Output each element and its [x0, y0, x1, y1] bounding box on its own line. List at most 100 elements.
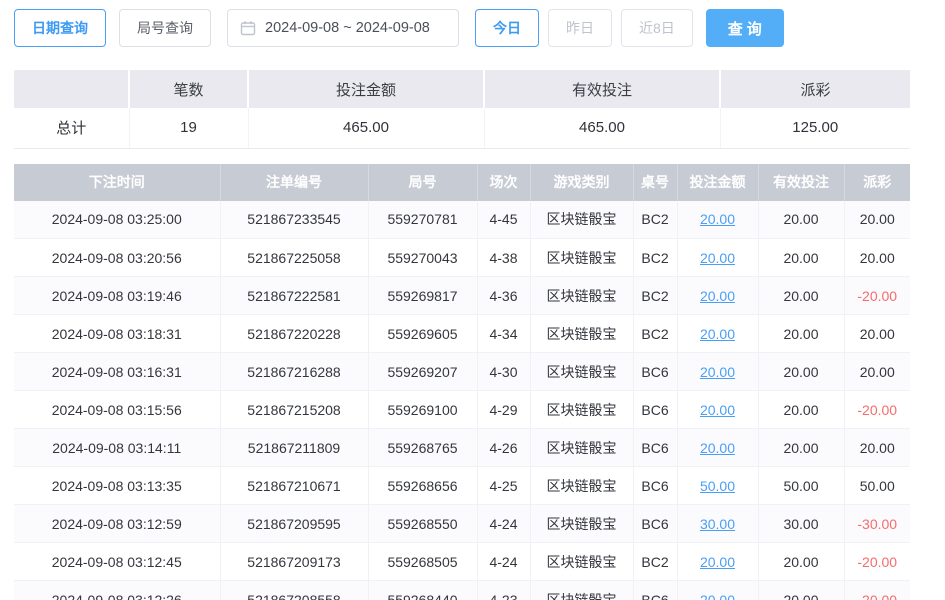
cell-bet: 20.00: [677, 201, 758, 239]
records-table: 下注时间 注单编号 局号 场次 游戏类别 桌号 投注金额 有效投注 派彩 202…: [14, 164, 910, 600]
cell-session: 4-23: [477, 581, 530, 600]
cell-session: 4-45: [477, 201, 530, 239]
bet-amount-link[interactable]: 20.00: [700, 211, 735, 227]
bet-amount-link[interactable]: 20.00: [700, 250, 735, 266]
cell-game: 区块链骰宝: [530, 429, 633, 467]
cell-game: 区块链骰宝: [530, 391, 633, 429]
cell-bet-id: 521867225058: [220, 239, 368, 277]
last-8-days-button[interactable]: 近8日: [621, 9, 693, 47]
header-game-type: 游戏类别: [530, 164, 633, 201]
cell-round: 559268765: [368, 429, 477, 467]
cell-table-no: BC6: [633, 505, 677, 543]
cell-valid: 20.00: [758, 581, 844, 600]
bet-amount-link[interactable]: 20.00: [700, 402, 735, 418]
cell-valid: 20.00: [758, 353, 844, 391]
yesterday-button[interactable]: 昨日: [548, 9, 612, 47]
cell-round: 559268656: [368, 467, 477, 505]
cell-session: 4-25: [477, 467, 530, 505]
cell-bet: 20.00: [677, 581, 758, 600]
cell-valid: 20.00: [758, 429, 844, 467]
table-row: 2024-09-08 03:25:00521867233545559270781…: [14, 201, 910, 239]
bet-amount-link[interactable]: 20.00: [700, 326, 735, 342]
summary-total-valid-bet: 465.00: [484, 108, 720, 148]
bet-amount-link[interactable]: 20.00: [700, 364, 735, 380]
cell-bet-id: 521867216288: [220, 353, 368, 391]
table-row: 2024-09-08 03:19:46521867222581559269817…: [14, 277, 910, 315]
cell-session: 4-34: [477, 315, 530, 353]
cell-game: 区块链骰宝: [530, 581, 633, 600]
bet-amount-link[interactable]: 50.00: [700, 478, 735, 494]
cell-game: 区块链骰宝: [530, 467, 633, 505]
today-button[interactable]: 今日: [475, 9, 539, 47]
cell-payout: -20.00: [844, 543, 910, 581]
table-row: 2024-09-08 03:12:59521867209595559268550…: [14, 505, 910, 543]
cell-payout: 50.00: [844, 467, 910, 505]
cell-bet: 20.00: [677, 315, 758, 353]
summary-table: 笔数 投注金额 有效投注 派彩 总计 19 465.00 465.00 125.…: [14, 70, 910, 149]
round-query-tab-button[interactable]: 局号查询: [119, 9, 211, 47]
cell-bet-id: 521867222581: [220, 277, 368, 315]
date-range-input[interactable]: 2024-09-08 ~ 2024-09-08: [227, 9, 459, 47]
cell-bet-id: 521867210671: [220, 467, 368, 505]
cell-valid: 20.00: [758, 315, 844, 353]
cell-table-no: BC2: [633, 277, 677, 315]
cell-time: 2024-09-08 03:12:45: [14, 543, 220, 581]
cell-game: 区块链骰宝: [530, 543, 633, 581]
search-button[interactable]: 查询: [706, 9, 784, 47]
summary-header-valid-bet: 有效投注: [484, 70, 720, 108]
cell-payout: -20.00: [844, 391, 910, 429]
header-table-number: 桌号: [633, 164, 677, 201]
summary-header-payout: 派彩: [720, 70, 910, 108]
cell-round: 559270781: [368, 201, 477, 239]
table-row: 2024-09-08 03:13:35521867210671559268656…: [14, 467, 910, 505]
cell-payout: -20.00: [844, 277, 910, 315]
bet-amount-link[interactable]: 20.00: [700, 440, 735, 456]
cell-payout: 20.00: [844, 315, 910, 353]
cell-session: 4-26: [477, 429, 530, 467]
cell-round: 559268550: [368, 505, 477, 543]
cell-game: 区块链骰宝: [530, 353, 633, 391]
table-row: 2024-09-08 03:20:56521867225058559270043…: [14, 239, 910, 277]
cell-payout: 20.00: [844, 353, 910, 391]
cell-bet: 20.00: [677, 391, 758, 429]
cell-game: 区块链骰宝: [530, 505, 633, 543]
cell-session: 4-36: [477, 277, 530, 315]
cell-payout: -30.00: [844, 505, 910, 543]
cell-game: 区块链骰宝: [530, 201, 633, 239]
cell-bet-id: 521867233545: [220, 201, 368, 239]
summary-total-row: 总计 19 465.00 465.00 125.00: [14, 108, 910, 148]
cell-payout: -20.00: [844, 581, 910, 600]
table-row: 2024-09-08 03:14:11521867211809559268765…: [14, 429, 910, 467]
cell-time: 2024-09-08 03:25:00: [14, 201, 220, 239]
cell-valid: 20.00: [758, 277, 844, 315]
cell-game: 区块链骰宝: [530, 239, 633, 277]
table-row: 2024-09-08 03:12:26521867208558559268440…: [14, 581, 910, 600]
header-session: 场次: [477, 164, 530, 201]
header-valid-bet: 有效投注: [758, 164, 844, 201]
cell-bet: 20.00: [677, 353, 758, 391]
cell-round: 559269207: [368, 353, 477, 391]
cell-session: 4-24: [477, 543, 530, 581]
date-range-value: 2024-09-08 ~ 2024-09-08: [265, 20, 430, 36]
table-row: 2024-09-08 03:12:45521867209173559268505…: [14, 543, 910, 581]
cell-round: 559269817: [368, 277, 477, 315]
cell-valid: 20.00: [758, 201, 844, 239]
cell-table-no: BC2: [633, 201, 677, 239]
cell-valid: 20.00: [758, 391, 844, 429]
calendar-icon: [240, 20, 256, 36]
cell-time: 2024-09-08 03:12:26: [14, 581, 220, 600]
table-row: 2024-09-08 03:15:56521867215208559269100…: [14, 391, 910, 429]
bet-amount-link[interactable]: 20.00: [700, 592, 735, 600]
bet-amount-link[interactable]: 20.00: [700, 554, 735, 570]
summary-header-blank: [14, 70, 129, 108]
date-query-tab-button[interactable]: 日期查询: [14, 9, 106, 47]
cell-time: 2024-09-08 03:14:11: [14, 429, 220, 467]
cell-bet: 50.00: [677, 467, 758, 505]
cell-time: 2024-09-08 03:20:56: [14, 239, 220, 277]
bet-amount-link[interactable]: 30.00: [700, 516, 735, 532]
cell-game: 区块链骰宝: [530, 315, 633, 353]
bet-amount-link[interactable]: 20.00: [700, 288, 735, 304]
cell-time: 2024-09-08 03:19:46: [14, 277, 220, 315]
cell-table-no: BC6: [633, 581, 677, 600]
cell-table-no: BC2: [633, 239, 677, 277]
